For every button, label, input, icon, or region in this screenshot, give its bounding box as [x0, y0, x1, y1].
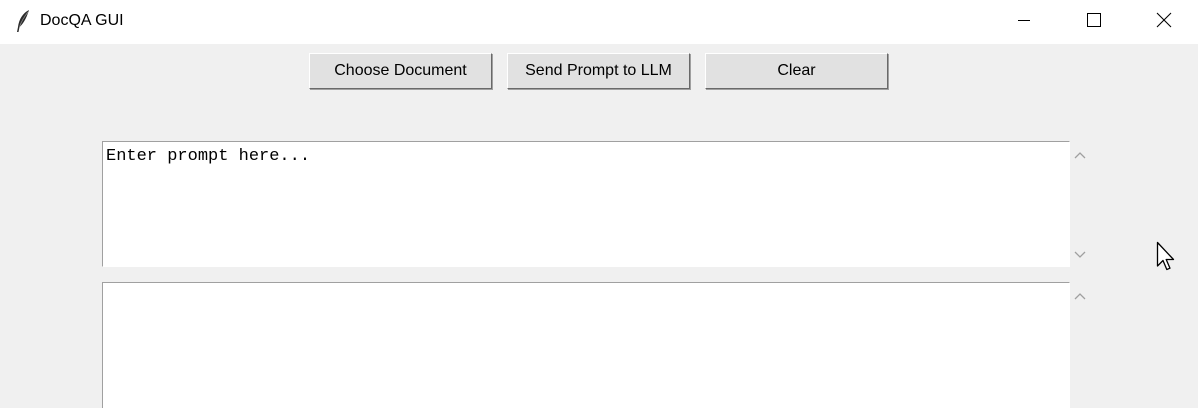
minimize-button[interactable] [989, 0, 1059, 44]
close-icon [1156, 12, 1172, 33]
response-textarea[interactable] [102, 282, 1070, 408]
maximize-icon [1086, 12, 1102, 33]
clear-button[interactable]: Clear [705, 53, 888, 89]
chevron-up-icon[interactable] [1070, 286, 1090, 306]
feather-icon [14, 9, 32, 33]
chevron-down-icon[interactable] [1070, 245, 1090, 265]
maximize-button[interactable] [1059, 0, 1129, 44]
window-title: DocQA GUI [40, 12, 124, 29]
minimize-icon [1017, 13, 1031, 32]
title-bar[interactable]: DocQA GUI [0, 0, 1198, 44]
mouse-pointer-icon [1156, 241, 1178, 273]
response-scrollbar[interactable] [1070, 282, 1090, 408]
send-prompt-button[interactable]: Send Prompt to LLM [507, 53, 690, 89]
app-window: DocQA GUI Choose Document Send Prompt to… [0, 0, 1198, 408]
prompt-scrollbar[interactable] [1070, 141, 1090, 267]
choose-document-button[interactable]: Choose Document [309, 53, 492, 89]
prompt-textarea[interactable]: Enter prompt here... [102, 141, 1070, 267]
close-button[interactable] [1129, 0, 1198, 44]
chevron-up-icon[interactable] [1070, 145, 1090, 165]
